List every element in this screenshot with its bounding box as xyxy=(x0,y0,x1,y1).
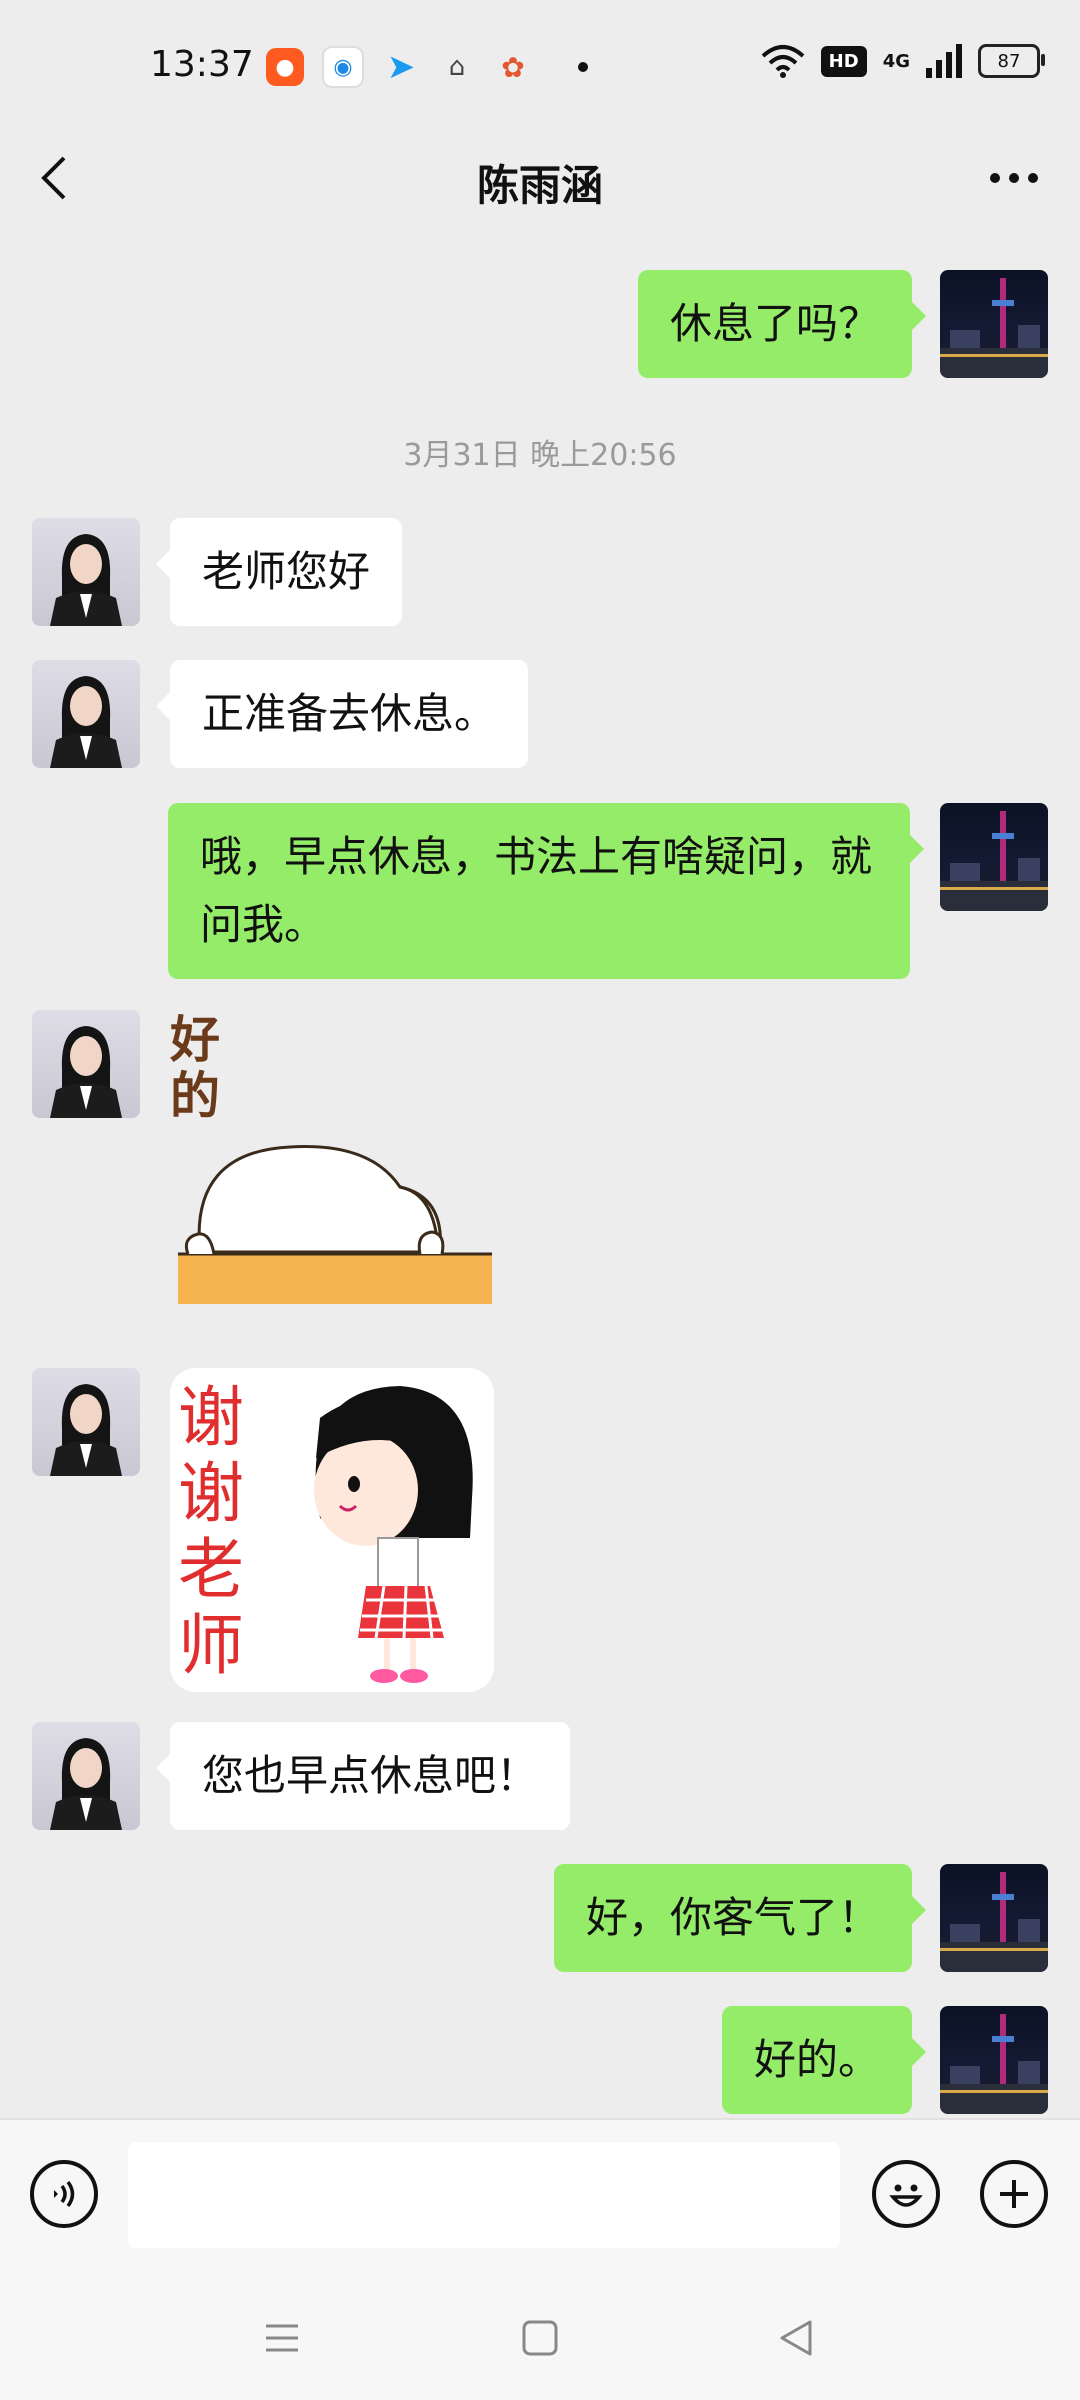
emoji-icon[interactable] xyxy=(872,2160,940,2228)
contact-avatar[interactable] xyxy=(32,1010,140,1118)
contact-avatar[interactable] xyxy=(32,1722,140,1830)
my-avatar[interactable] xyxy=(940,270,1048,378)
sticker-ok-text: 好的 xyxy=(170,1011,220,1125)
sticker-ok[interactable]: 好的 xyxy=(170,1012,500,1337)
message-bubble-sent[interactable]: 休息了吗？ xyxy=(637,270,927,378)
more-options-icon[interactable] xyxy=(984,158,1044,198)
chat-header: 陈雨涵 xyxy=(0,130,1080,235)
battery-level: 87 xyxy=(997,50,1021,72)
kuaishou-icon: ● xyxy=(266,48,304,86)
more-notifications-dot xyxy=(578,62,588,72)
home-icon[interactable] xyxy=(520,2318,560,2358)
cloud-icon: ✿ xyxy=(501,50,525,84)
contact-avatar[interactable] xyxy=(32,1368,140,1476)
plus-icon[interactable] xyxy=(980,2160,1048,2228)
status-bar: 13:37 ● ◉ ➤ ⌂ ✿ HD 4G 87 xyxy=(0,0,1080,130)
message-input[interactable] xyxy=(128,2142,840,2248)
input-bar xyxy=(0,2118,1080,2280)
message-bubble-received[interactable]: 正准备去休息。 xyxy=(155,660,529,768)
wifi-icon xyxy=(761,45,805,78)
message-bubble-sent[interactable]: 好，你客气了！ xyxy=(553,1864,927,1972)
cartoon-girl-drawing xyxy=(314,1386,473,1683)
signal-icon xyxy=(926,44,962,78)
voice-icon[interactable] xyxy=(30,2160,98,2228)
back-icon[interactable] xyxy=(776,2318,816,2358)
notification-icons: ● ◉ ➤ ⌂ ✿ xyxy=(266,46,588,88)
my-avatar[interactable] xyxy=(940,803,1048,911)
system-navigation-bar xyxy=(0,2278,1080,2400)
send-icon: ➤ xyxy=(386,47,416,87)
menu-icon[interactable] xyxy=(262,2318,302,2358)
message-bubble-received[interactable]: 您也早点休息吧！ xyxy=(155,1722,571,1830)
hd-badge: HD xyxy=(820,45,867,77)
my-avatar[interactable] xyxy=(940,2006,1048,2114)
circle-app-icon: ◉ xyxy=(322,46,364,88)
message-timestamp: 3月31日 晚上20:56 xyxy=(403,438,677,473)
app-badge-icon: ⌂ xyxy=(448,52,466,82)
message-bubble-sent[interactable]: 好的。 xyxy=(721,2006,927,2114)
sticker-thanks-teacher[interactable]: 谢谢老师 xyxy=(170,1368,494,1692)
battery-indicator: 87 xyxy=(978,44,1045,78)
message-bubble-received[interactable]: 老师您好 xyxy=(155,518,403,626)
contact-avatar[interactable] xyxy=(32,518,140,626)
network-type: 4G xyxy=(882,50,910,72)
contact-avatar[interactable] xyxy=(32,660,140,768)
status-time: 13:37 xyxy=(150,44,254,85)
chat-title: 陈雨涵 xyxy=(476,161,603,210)
message-bubble-sent[interactable]: 哦，早点休息，书法上有啥疑问，就问我。 xyxy=(168,803,924,979)
my-avatar[interactable] xyxy=(940,1864,1048,1972)
